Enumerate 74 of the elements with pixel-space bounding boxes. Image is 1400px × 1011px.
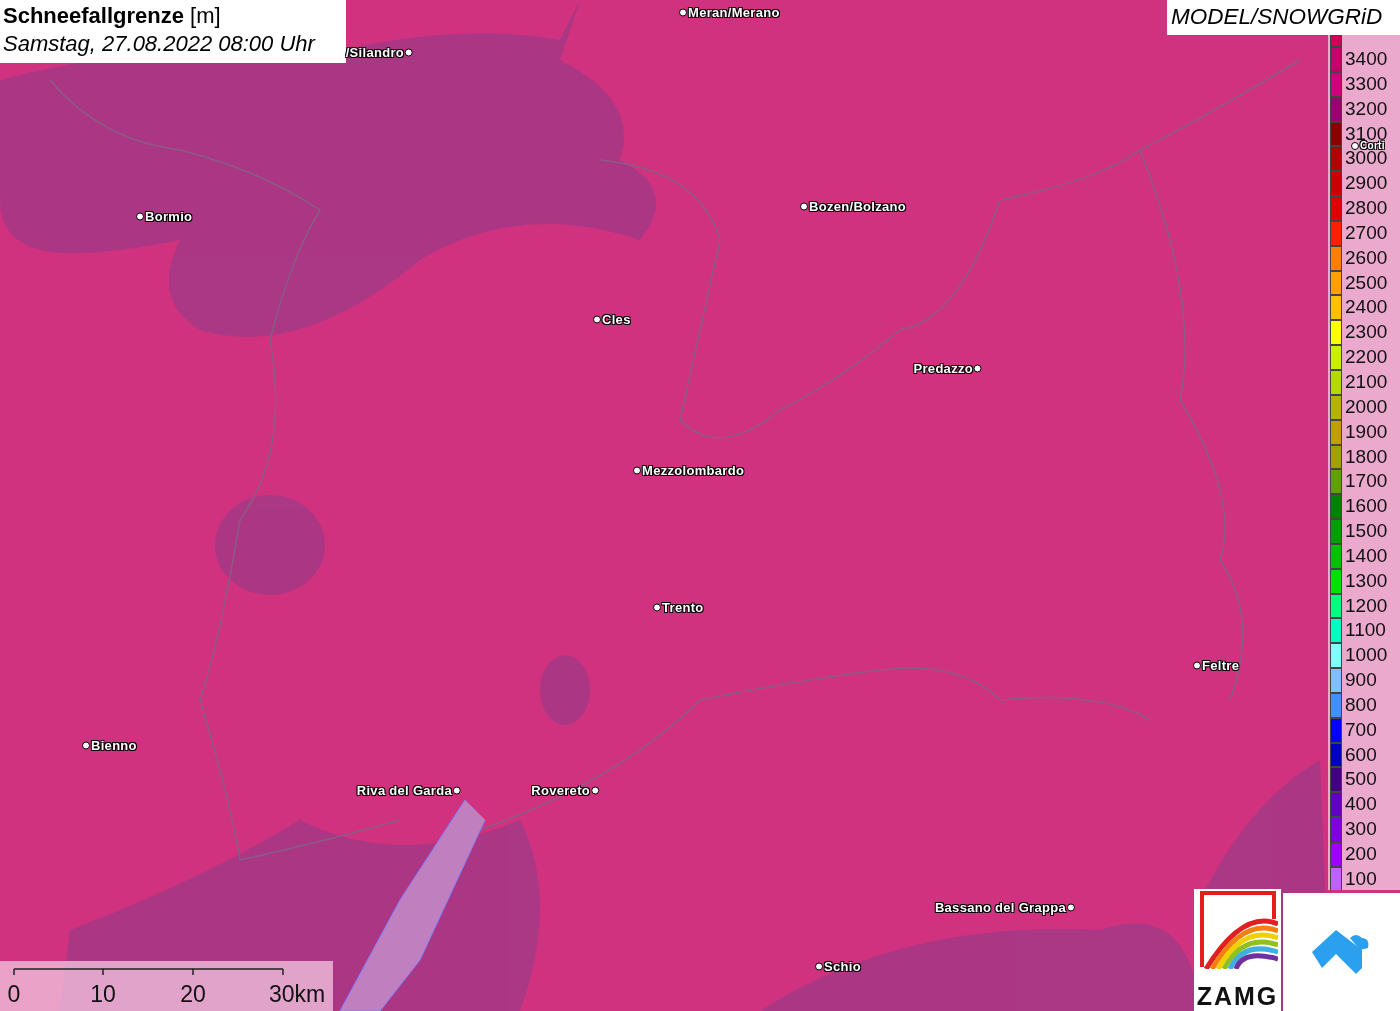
legend-label: 1000: [1345, 648, 1388, 664]
legend-label: 2200: [1345, 350, 1388, 365]
city-marker-icon: [82, 741, 90, 749]
legend-label: 600: [1345, 747, 1377, 763]
legend-label: 300: [1345, 822, 1377, 837]
legend-label: 1500: [1345, 524, 1388, 539]
scale-label: 20: [180, 981, 206, 1008]
legend-label: 700: [1345, 722, 1377, 738]
map-title: Schneefallgrenze [m]: [3, 2, 222, 30]
scale-label: 0: [7, 981, 21, 1008]
city-marker-icon: [974, 364, 982, 372]
city-label: Meran/Merano: [688, 5, 780, 19]
city-label: Trento: [662, 600, 704, 614]
legend-label: 2400: [1345, 300, 1388, 316]
city-marker-icon: [591, 786, 599, 794]
shaded-area: [540, 655, 590, 725]
city-label: Bormio: [145, 209, 193, 223]
legend-label: 1300: [1345, 573, 1388, 589]
model-source: MODEL/SNOWGRiD: [1167, 0, 1400, 35]
legend-label: 100: [1345, 871, 1377, 887]
legend-label: 2100: [1345, 375, 1388, 390]
city-label: Rovereto: [531, 783, 590, 797]
legend-label: 1400: [1345, 548, 1388, 564]
legend-label: 3300: [1345, 76, 1388, 92]
city-marker-icon: [1193, 661, 1201, 669]
legend-label: 900: [1345, 673, 1377, 688]
city-marker-icon: [653, 603, 661, 611]
city-label: Corti: [1360, 140, 1385, 151]
legend-label: 2800: [1345, 201, 1388, 216]
legend-swatch: [1330, 35, 1342, 47]
legend-label: 3400: [1345, 52, 1388, 67]
city-marker-icon: [593, 315, 601, 323]
rainbow-icon: [1197, 889, 1278, 969]
city-marker-icon: [815, 962, 823, 970]
city-marker-icon: [1067, 903, 1075, 911]
legend-label: 2000: [1345, 399, 1388, 415]
scale-label: 30km: [268, 981, 326, 1008]
legend-label: 2600: [1345, 250, 1388, 266]
city-label: /Silandro: [345, 45, 404, 59]
scale-label: 10: [90, 981, 116, 1008]
logo-text: ZAMG: [1196, 982, 1279, 1011]
legend-label: 1100: [1345, 623, 1386, 639]
city-marker-icon: [405, 48, 413, 56]
city-label: Bassano del Grappa: [934, 900, 1066, 914]
legend-label: 3000: [1345, 151, 1388, 167]
city-label: Schio: [824, 959, 861, 973]
legend-label: 2300: [1345, 325, 1388, 341]
legend-label: 2500: [1345, 275, 1388, 291]
city-marker-icon: [679, 8, 687, 16]
legend-label: 1200: [1345, 598, 1388, 614]
city-label: Feltre: [1202, 658, 1240, 672]
legend-label: 1900: [1345, 424, 1388, 440]
city-marker-icon: [800, 202, 808, 210]
legend-label: 2900: [1345, 176, 1388, 192]
city-marker-icon: [136, 212, 144, 220]
legend-label: 1700: [1345, 474, 1388, 490]
legend-label: 1600: [1345, 499, 1388, 514]
legend-label: 400: [1345, 797, 1377, 813]
city-label: Riva del Garda: [356, 783, 452, 797]
city-label: Predazzo: [913, 361, 973, 375]
city-marker-icon: [633, 466, 641, 474]
legend-label: 500: [1345, 772, 1377, 788]
forecast-time: Samstag, 27.08.2022 08:00 Uhr: [3, 30, 317, 58]
city-label: Cles: [602, 312, 631, 326]
city-label: Bienno: [91, 738, 137, 752]
legend-label: 3200: [1345, 101, 1388, 117]
legend-label: 800: [1345, 697, 1377, 713]
city-marker-icon: [453, 786, 461, 794]
city-label: Mezzolombardo: [642, 463, 745, 477]
legend-label: 200: [1345, 847, 1377, 862]
legend-label: 2700: [1345, 225, 1388, 241]
legend-label: 1800: [1345, 449, 1388, 465]
city-label: Bozen/Bolzano: [809, 199, 907, 213]
legend-label: 3100: [1345, 126, 1388, 142]
